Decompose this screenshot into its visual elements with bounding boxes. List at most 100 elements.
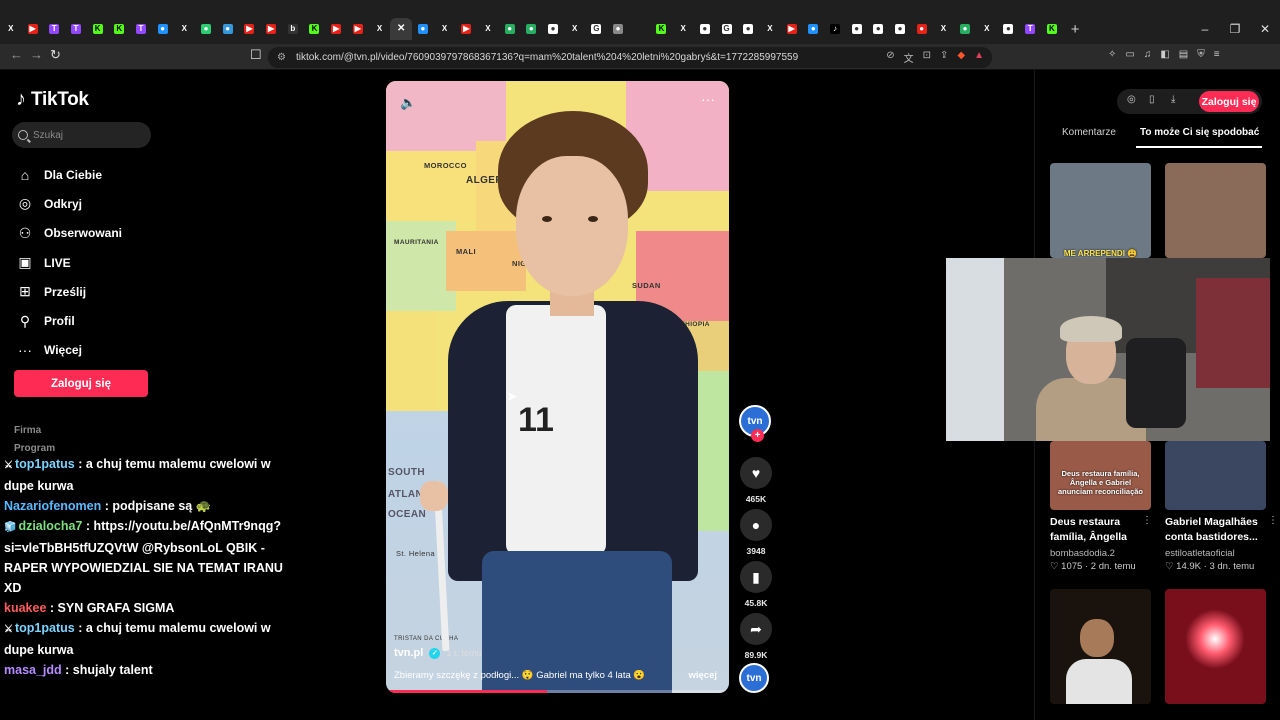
footer-link-program[interactable]: Program [14, 443, 55, 454]
download-icon[interactable]: ⤓ [1171, 94, 1175, 105]
browser-tab[interactable]: X [477, 18, 499, 40]
browser-tab[interactable]: ▶ [22, 18, 44, 40]
browser-tab[interactable]: X [0, 18, 22, 40]
share-action[interactable]: ➦ 89.9K [739, 613, 773, 660]
browser-tab[interactable]: X [434, 18, 456, 40]
more-options-icon[interactable]: ··· [701, 91, 715, 107]
video-author[interactable]: tvn.pl [394, 647, 423, 659]
share-icon[interactable]: ➦ [740, 613, 772, 645]
device-icon[interactable]: ▯ [1149, 94, 1155, 105]
search-input[interactable]: Szukaj [12, 122, 151, 148]
browser-tab[interactable]: T [130, 18, 152, 40]
sidebar-item-obserwowani[interactable]: ⚇ Obserwowani [16, 219, 122, 248]
suggested-video-thumb[interactable] [1165, 163, 1266, 258]
volume-icon[interactable]: 🔈 [400, 95, 416, 111]
suggested-video-thumb[interactable]: Deus restaura família, Ângella e Gabriel… [1050, 441, 1151, 510]
sidebar-item-więcej[interactable]: ··· Więcej [16, 336, 122, 365]
browser-tab[interactable]: T [65, 18, 87, 40]
browser-tab[interactable]: ● [607, 18, 629, 40]
sidebar-item-odkryj[interactable]: ◎ Odkryj [16, 189, 122, 218]
suggested-video-thumb[interactable] [1165, 441, 1266, 510]
browser-tab[interactable]: ▶ [260, 18, 282, 40]
comment-icon[interactable]: ● [740, 509, 772, 541]
browser-tab[interactable]: T [43, 18, 65, 40]
browser-tab[interactable]: ● [694, 18, 716, 40]
wallet-icon[interactable]: ▤ [1179, 49, 1188, 60]
bookmark-icon[interactable]: ☐ [250, 47, 262, 63]
browser-tab[interactable] [629, 18, 651, 40]
video-player[interactable]: MOROCCO ALGERIA MALI MAURITANIA NIGER SU… [386, 81, 729, 693]
browser-tab[interactable]: b [282, 18, 304, 40]
url-bar[interactable]: ⚙ tiktok.com/@tvn.pl/video/7609039797868… [268, 47, 992, 68]
suggested-video-title[interactable]: Deus restaura família, Ângella e... [1050, 515, 1130, 545]
screenshot-icon[interactable]: ▭ [1125, 49, 1134, 60]
suggested-video-thumb[interactable] [1165, 589, 1266, 704]
share-page-icon[interactable]: ⇪ [940, 50, 948, 65]
browser-tab[interactable]: K [108, 18, 130, 40]
browser-tab[interactable]: ● [412, 18, 434, 40]
browser-tab[interactable]: G [586, 18, 608, 40]
browser-tab[interactable]: X [759, 18, 781, 40]
browser-tab[interactable]: K [87, 18, 109, 40]
browser-tab[interactable]: ● [998, 18, 1020, 40]
header-login-button[interactable]: Zaloguj się [1199, 91, 1259, 112]
browser-tab[interactable]: X [174, 18, 196, 40]
browser-tab[interactable]: ♪ [824, 18, 846, 40]
sidebar-item-live[interactable]: ▣ LIVE [16, 248, 122, 277]
browser-tab[interactable]: ▶ [239, 18, 261, 40]
extensions-icon[interactable]: ✧ [1108, 49, 1116, 60]
vpn-icon[interactable]: ⛨ [1197, 49, 1205, 60]
sidebar-item-dla-ciebie[interactable]: ⌂ Dla Ciebie [16, 160, 122, 189]
browser-tab[interactable]: ● [217, 18, 239, 40]
reload-icon[interactable]: ↻ [50, 47, 61, 63]
forward-icon[interactable]: → [30, 47, 43, 62]
new-tab-button[interactable]: + [1071, 21, 1080, 38]
browser-tab[interactable]: T [1019, 18, 1041, 40]
browser-tab[interactable]: ● [868, 18, 890, 40]
browser-tab[interactable]: ● [542, 18, 564, 40]
author-avatar[interactable]: tvn + [739, 405, 771, 442]
heart-icon[interactable]: ♥ [740, 457, 772, 489]
sidebar-item-prześlij[interactable]: ⊞ Prześlij [16, 277, 122, 306]
video-progress-bar[interactable] [386, 690, 729, 693]
sidebar-icon[interactable]: ◧ [1160, 49, 1169, 60]
suggested-video-thumb[interactable] [1050, 589, 1151, 704]
like-action[interactable]: ♥ 465K [739, 457, 773, 504]
more-options-icon[interactable]: ⋮ [1268, 515, 1278, 526]
browser-tab[interactable]: ● [846, 18, 868, 40]
follow-plus-icon[interactable]: + [751, 429, 764, 442]
browser-tab[interactable]: ● [889, 18, 911, 40]
browser-tab[interactable]: ▶ [347, 18, 369, 40]
browser-tab[interactable]: ● [152, 18, 174, 40]
browser-tab[interactable]: ▶ [455, 18, 477, 40]
browser-tab[interactable]: ● [737, 18, 759, 40]
suggested-video-author[interactable]: bombasdodia.2 [1050, 548, 1115, 559]
browser-tab[interactable]: ● [521, 18, 543, 40]
browser-tab[interactable]: ● [802, 18, 824, 40]
install-icon[interactable]: ⊡ [923, 50, 931, 65]
site-info-icon[interactable]: ⚙ [277, 52, 286, 63]
browser-tab[interactable]: ● [499, 18, 521, 40]
footer-link-company[interactable]: Firma [14, 425, 41, 436]
translate-icon[interactable]: 文 [904, 50, 914, 65]
browser-tab[interactable]: ● [911, 18, 933, 40]
brave-shield-icon[interactable]: ◆ [957, 50, 965, 65]
more-options-icon[interactable]: ⋮ [1142, 515, 1152, 526]
browser-tab[interactable]: X [564, 18, 586, 40]
browser-tab[interactable]: ✕ [390, 18, 413, 40]
back-icon[interactable]: ← [10, 47, 23, 62]
suggested-video-author[interactable]: estiloatletaoficial [1165, 548, 1235, 559]
reader-icon[interactable]: ⊘ [886, 50, 894, 65]
music-icon[interactable]: ♫ [1144, 49, 1152, 60]
tab-suggested[interactable]: To może Ci się spodobać [1140, 127, 1259, 138]
browser-tab[interactable]: ● [195, 18, 217, 40]
login-button[interactable]: Zaloguj się [14, 370, 148, 397]
music-disc-avatar[interactable]: tvn [739, 663, 769, 693]
save-action[interactable]: ▮ 45.8K [739, 561, 773, 608]
tiktok-logo[interactable]: ♪ TikTok [16, 88, 89, 111]
browser-tab[interactable]: ● [954, 18, 976, 40]
browser-tab[interactable]: ▶ [325, 18, 347, 40]
menu-icon[interactable]: ≡ [1214, 49, 1220, 60]
suggested-video-thumb[interactable]: ME ARREPENDI 😩 [1050, 163, 1151, 258]
browser-tab[interactable]: X [672, 18, 694, 40]
